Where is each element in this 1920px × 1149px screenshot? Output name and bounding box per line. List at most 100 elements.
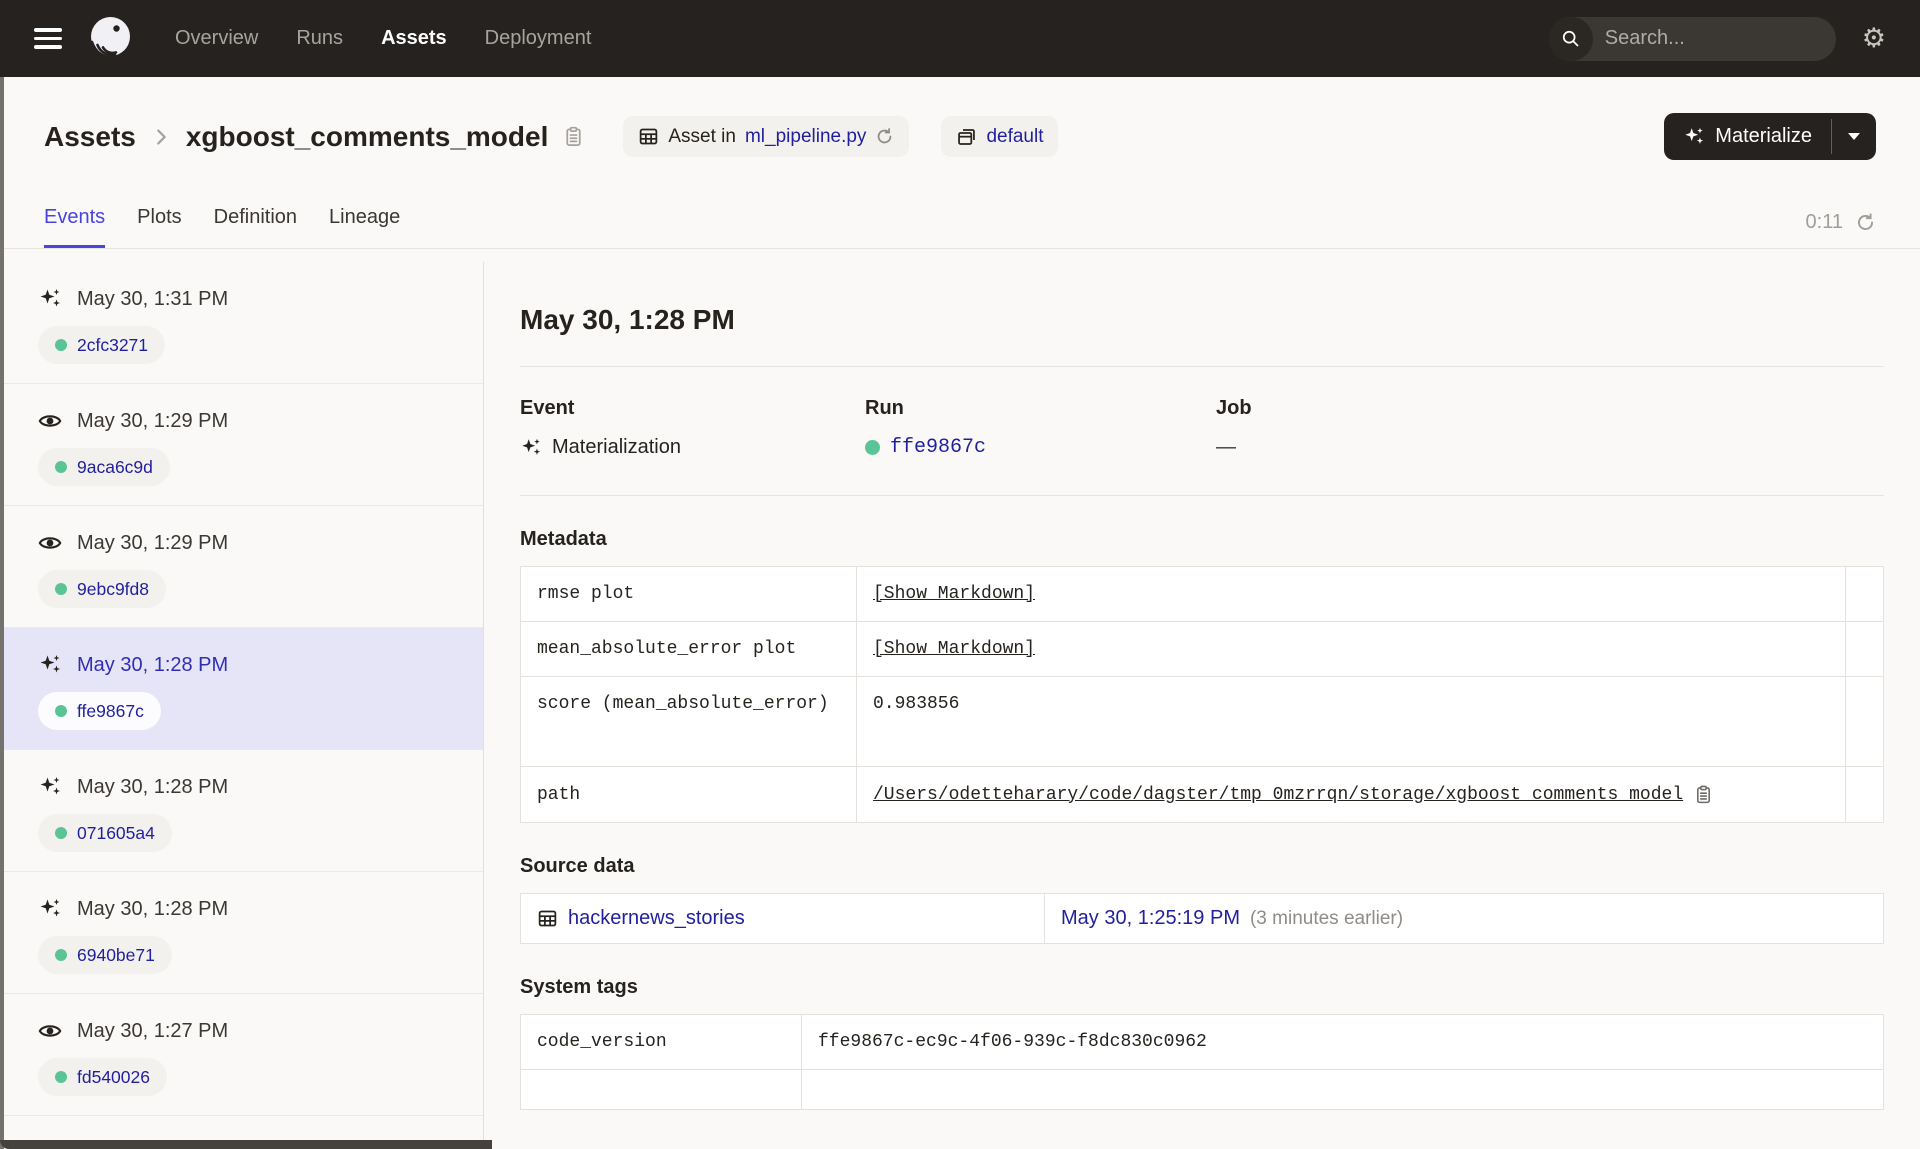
table-row: rmse plot [Show Markdown]	[521, 567, 1883, 621]
run-id-link[interactable]: 9ebc9fd8	[77, 579, 149, 600]
event-timestamp: May 30, 1:29 PM	[77, 409, 229, 432]
tab-definition[interactable]: Definition	[214, 206, 297, 248]
event-timestamp: May 30, 1:28 PM	[77, 775, 229, 798]
event-timestamp: May 30, 1:28 PM	[77, 653, 229, 676]
hamburger-menu-icon[interactable]	[34, 28, 62, 49]
table-row: code_version ffe9867c-ec9c-4f06-939c-f8d…	[521, 1015, 1883, 1069]
materialization-icon	[40, 899, 60, 917]
event-timestamp: May 30, 1:28 PM	[77, 897, 229, 920]
refresh-icon[interactable]	[1855, 212, 1876, 233]
asset-in-label: Asset in	[668, 125, 736, 147]
run-tag[interactable]: 071605a4	[38, 814, 172, 852]
asset-group-badge[interactable]: default	[941, 116, 1059, 157]
octopus-logo-icon	[90, 17, 130, 59]
settings-gear-icon[interactable]: ⚙	[1862, 25, 1886, 52]
run-tag[interactable]: 9ebc9fd8	[38, 570, 167, 608]
run-tag[interactable]: ffe9867c	[38, 692, 161, 730]
table-row	[521, 1069, 1883, 1109]
source-data-table: hackernews_stories May 30, 1:25:19 PM (3…	[520, 893, 1884, 944]
dagster-logo[interactable]	[86, 14, 135, 63]
window-bottom-edge	[0, 1140, 492, 1149]
run-status-dot	[865, 440, 880, 455]
event-list-item-selected[interactable]: May 30, 1:28 PM ffe9867c	[0, 628, 483, 750]
upstream-asset-link[interactable]: hackernews_stories	[568, 907, 745, 930]
run-column: Run ffe9867c	[865, 397, 1216, 459]
materialize-label: Materialize	[1715, 125, 1812, 147]
event-timestamp: May 30, 1:29 PM	[77, 531, 229, 554]
nav-item-assets[interactable]: Assets	[381, 27, 447, 50]
tab-lineage[interactable]: Lineage	[329, 206, 400, 248]
metadata-score-value: 0.983856	[856, 677, 1845, 766]
event-detail-panel: May 30, 1:28 PM Event Materialization Ru…	[484, 262, 1920, 1149]
event-detail-title: May 30, 1:28 PM	[520, 304, 735, 335]
path-link[interactable]: /Users/odetteharary/code/dagster/tmp_0mz…	[873, 785, 1683, 805]
run-tag[interactable]: 2cfc3271	[38, 326, 166, 364]
run-status-dot	[55, 461, 67, 473]
metadata-key: mean_absolute_error plot	[537, 639, 797, 659]
observation-eye-icon	[38, 537, 62, 549]
nav-item-overview[interactable]: Overview	[175, 27, 258, 50]
run-id-link[interactable]: 071605a4	[77, 823, 155, 844]
job-label: Job	[1216, 397, 1252, 419]
event-run-job-summary: Event Materialization Run ffe9867c Job —	[520, 397, 1884, 459]
top-nav: Overview Runs Assets Deployment / ⚙	[0, 0, 1920, 77]
event-list-item[interactable]: May 30, 1:28 PM 071605a4	[0, 750, 483, 872]
metadata-key: rmse plot	[537, 584, 635, 604]
code-file-link[interactable]: ml_pipeline.py	[745, 126, 866, 148]
tab-plots[interactable]: Plots	[137, 206, 181, 248]
materialization-icon	[40, 777, 60, 795]
event-label: Event	[520, 397, 575, 419]
refresh-control: 0:11	[1806, 211, 1876, 248]
show-markdown-link[interactable]: [Show Markdown]	[873, 639, 1035, 659]
materialization-icon	[522, 438, 541, 455]
breadcrumb-assets-link[interactable]: Assets	[44, 121, 136, 153]
run-id-link[interactable]: ffe9867c	[890, 436, 986, 459]
run-id-link[interactable]: 6940be71	[77, 945, 155, 966]
event-list-item[interactable]: May 30, 1:31 PM 2cfc3271	[0, 262, 483, 384]
group-name-link[interactable]: default	[986, 126, 1043, 148]
nav-item-deployment[interactable]: Deployment	[485, 27, 592, 50]
copy-asset-name-icon[interactable]	[562, 125, 585, 148]
tab-events[interactable]: Events	[44, 206, 106, 248]
asset-table-icon	[640, 128, 658, 145]
event-list-item[interactable]: May 30, 1:29 PM 9ebc9fd8	[0, 506, 483, 628]
source-timestamp-link[interactable]: May 30, 1:25:19 PM	[1061, 907, 1240, 930]
materialize-dropdown-button[interactable]	[1832, 113, 1876, 160]
run-id-link[interactable]: 2cfc3271	[77, 335, 148, 356]
group-layers-icon	[958, 129, 976, 145]
event-list-item[interactable]: May 30, 1:29 PM 9aca6c9d	[0, 384, 483, 506]
asset-header: Assets xgboost_comments_model Asset in m…	[0, 77, 1920, 160]
job-column: Job —	[1216, 397, 1884, 459]
run-id-link[interactable]: fd540026	[77, 1067, 150, 1088]
metadata-table: rmse plot [Show Markdown] mean_absolute_…	[520, 566, 1884, 823]
run-status-dot	[55, 339, 67, 351]
run-tag[interactable]: fd540026	[38, 1058, 167, 1096]
materialization-icon	[40, 655, 60, 673]
event-timestamp: May 30, 1:27 PM	[77, 1019, 229, 1042]
run-status-dot	[55, 827, 67, 839]
search-input[interactable]	[1592, 27, 1836, 50]
run-tag[interactable]: 6940be71	[38, 936, 172, 974]
observation-eye-icon	[38, 415, 62, 427]
event-timestamp: May 30, 1:31 PM	[77, 287, 229, 310]
materialize-button[interactable]: Materialize	[1664, 113, 1831, 160]
event-list-item[interactable]: May 30, 1:27 PM fd540026	[0, 994, 483, 1116]
run-id-link[interactable]: ffe9867c	[77, 701, 144, 722]
materialization-icon	[40, 289, 60, 307]
event-column: Event Materialization	[520, 397, 865, 459]
metadata-key: score (mean_absolute_error)	[537, 694, 829, 714]
show-markdown-link[interactable]: [Show Markdown]	[873, 584, 1035, 604]
dagster-app: Overview Runs Assets Deployment / ⚙ Asse…	[0, 0, 1920, 1149]
code-location-badge: Asset in ml_pipeline.py	[623, 116, 910, 157]
run-tag[interactable]: 9aca6c9d	[38, 448, 170, 486]
event-type-value: Materialization	[552, 436, 681, 458]
copy-path-icon[interactable]	[1693, 784, 1714, 805]
asset-name-title: xgboost_comments_model	[185, 120, 549, 152]
reload-code-location-icon[interactable]	[875, 127, 894, 146]
event-list-item[interactable]: May 30, 1:28 PM 6940be71	[0, 872, 483, 994]
refresh-countdown: 0:11	[1805, 211, 1843, 233]
run-id-link[interactable]: 9aca6c9d	[77, 457, 153, 478]
table-row: hackernews_stories May 30, 1:25:19 PM (3…	[521, 894, 1883, 943]
nav-item-runs[interactable]: Runs	[296, 27, 343, 50]
system-tags-heading: System tags	[520, 976, 638, 998]
